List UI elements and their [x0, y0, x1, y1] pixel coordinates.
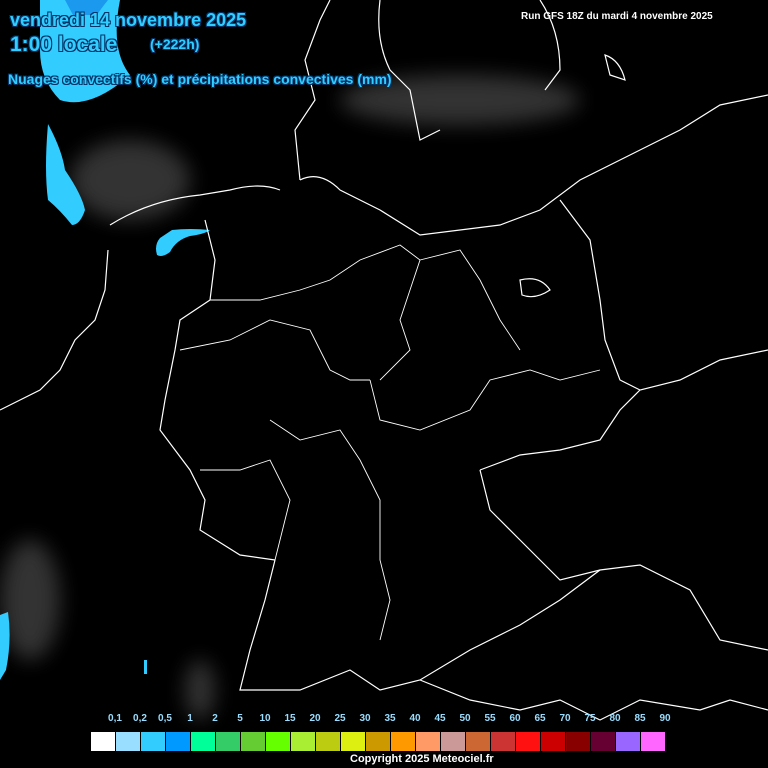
legend-swatch: [615, 731, 641, 752]
legend-swatch: [515, 731, 541, 752]
map-canvas: [0, 0, 768, 721]
legend-swatch: [190, 731, 216, 752]
legend-swatch: [390, 731, 416, 752]
legend-swatch: [490, 731, 516, 752]
legend-swatch: [565, 731, 591, 752]
forecast-date: vendredi 14 novembre 2025: [10, 10, 247, 30]
forecast-map-view: vendredi 14 novembre 2025 1:00 locale (+…: [0, 0, 768, 768]
legend-swatch: [140, 731, 166, 752]
legend-swatch: [465, 731, 491, 752]
legend-swatch: [90, 731, 116, 752]
legend-swatch: [440, 731, 466, 752]
legend-label: 90: [659, 713, 671, 724]
legend-swatch: [640, 731, 666, 752]
forecast-time: 1:00 locale: [10, 33, 118, 56]
legend-swatch: [215, 731, 241, 752]
legend-swatch: [240, 731, 266, 752]
legend-swatch: [165, 731, 191, 752]
map-subtitle: Nuages convectifs (%) et précipitations …: [8, 71, 392, 87]
cloud-cover-shading: [0, 75, 580, 720]
legend-swatch: [415, 731, 441, 752]
forecast-offset: (+222h): [150, 36, 200, 52]
model-run-label: Run GFS 18Z du mardi 4 novembre 2025: [521, 11, 713, 22]
region-borders: [179, 244, 601, 641]
legend-swatch: [540, 731, 566, 752]
legend-swatch: [265, 731, 291, 752]
legend-swatch: [340, 731, 366, 752]
legend-swatch: [290, 731, 316, 752]
legend-swatch: [315, 731, 341, 752]
legend-swatch: [115, 731, 141, 752]
copyright: Copyright 2025 Meteociel.fr: [350, 753, 494, 765]
legend-swatch: [590, 731, 616, 752]
legend-swatch: [365, 731, 391, 752]
